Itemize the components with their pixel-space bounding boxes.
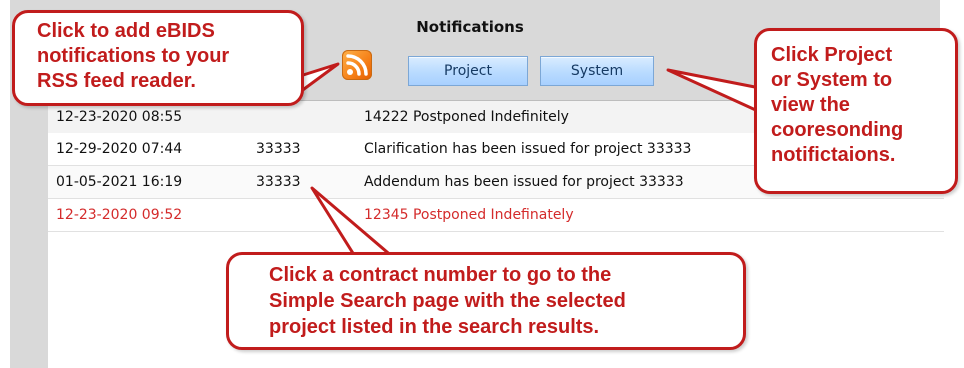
notification-project-link[interactable]: 33333 bbox=[256, 166, 301, 198]
tabs-callout: Click Project or System to view the coor… bbox=[754, 28, 958, 194]
rss-callout-line: Click to add eBIDS bbox=[37, 20, 215, 42]
rss-feed-icon bbox=[342, 50, 372, 80]
rss-callout-line: RSS feed reader. bbox=[37, 70, 196, 92]
tabs-callout-line: notifictaions. bbox=[771, 144, 896, 166]
notification-date: 01-05-2021 16:19 bbox=[56, 174, 183, 190]
contract-callout-line: Click a contract number to go to the bbox=[269, 264, 612, 286]
rss-callout-line: notifications to your bbox=[37, 45, 230, 67]
rss-feed-button[interactable] bbox=[342, 50, 372, 80]
notification-message: Addendum has been issued for project 333… bbox=[364, 174, 684, 190]
notification-message: Clarification has been issued for projec… bbox=[364, 141, 692, 157]
contract-callout-text: Click a contract number to go to the Sim… bbox=[269, 262, 626, 340]
contract-callout-line: Simple Search page with the selected bbox=[269, 290, 626, 312]
rss-callout-text: Click to add eBIDS notifications to your… bbox=[37, 19, 229, 94]
table-row-highlighted: 12-23-2020 09:52 12345 Postponed Indefin… bbox=[48, 199, 944, 232]
notification-message: 14222 Postponed Indefinitely bbox=[364, 109, 569, 125]
tab-project[interactable]: Project bbox=[408, 56, 528, 86]
notification-date: 12-29-2020 07:44 bbox=[56, 141, 183, 157]
contract-callout: Click a contract number to go to the Sim… bbox=[226, 252, 746, 350]
tabs-callout-line: view the bbox=[771, 94, 850, 116]
notification-message: 12345 Postponed Indefinately bbox=[364, 207, 574, 223]
notification-project-link[interactable]: 33333 bbox=[256, 133, 301, 165]
contract-callout-line: project listed in the search results. bbox=[269, 316, 600, 338]
tab-system[interactable]: System bbox=[540, 56, 654, 86]
rss-callout: Click to add eBIDS notifications to your… bbox=[12, 10, 304, 106]
notification-date: 12-23-2020 09:52 bbox=[56, 207, 183, 223]
tabs-callout-text: Click Project or System to view the coor… bbox=[771, 43, 903, 168]
panel-title: Notifications bbox=[416, 18, 524, 36]
tabs-callout-line: Click Project bbox=[771, 44, 893, 66]
screenshot-stage: Notifications Project System 12-23-2020 … bbox=[0, 0, 964, 368]
tabs-callout-line: cooresonding bbox=[771, 119, 904, 141]
tabs-callout-line: or System to bbox=[771, 69, 893, 91]
